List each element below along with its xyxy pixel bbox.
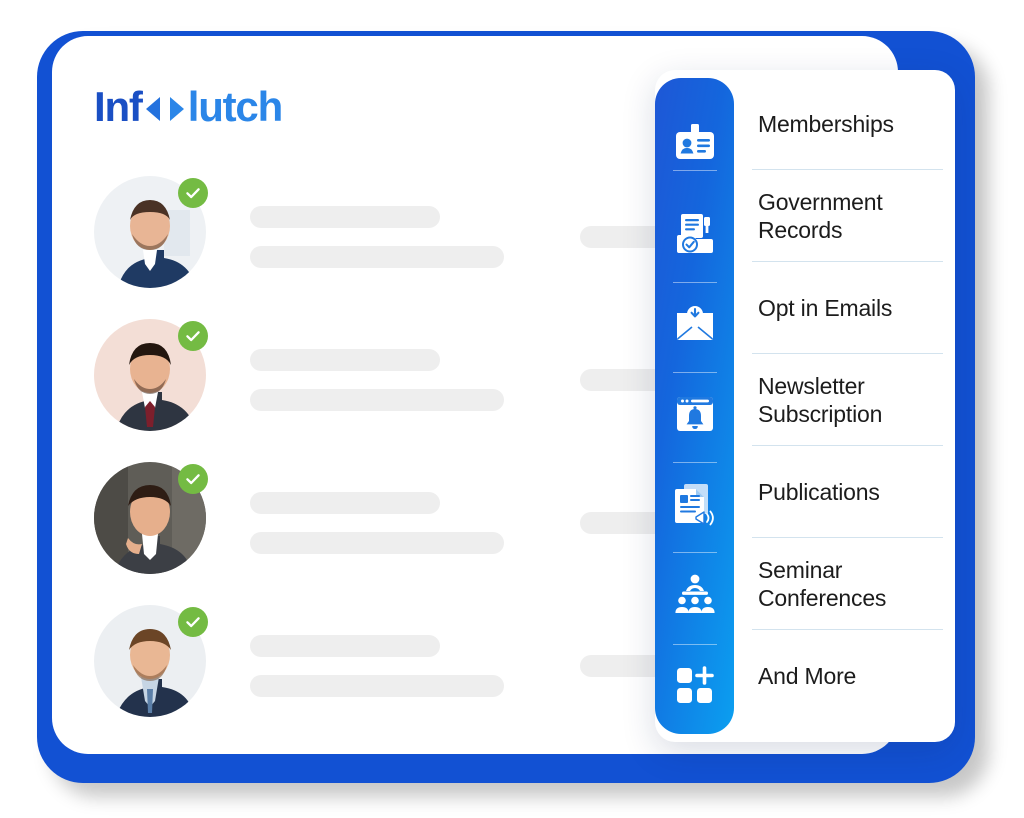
menu-item-label: Opt in Emails xyxy=(758,294,893,321)
menu-item-and-more[interactable]: And More xyxy=(734,630,955,722)
name-placeholder-bar xyxy=(250,635,440,657)
verified-check-badge xyxy=(178,321,208,351)
rail-divider xyxy=(673,372,717,373)
detail-placeholder-bar xyxy=(250,532,504,554)
detail-placeholder-bar xyxy=(250,246,504,268)
infoclutch-logo: Inf lutch xyxy=(94,83,284,130)
logo-text-part1: Inf xyxy=(94,83,143,130)
rail-divider xyxy=(673,462,717,463)
avatar xyxy=(94,176,208,288)
rail-divider xyxy=(673,552,717,553)
envelope-download-icon[interactable] xyxy=(669,298,721,350)
screenshot-stage: Inf lutch Memberships Government Records… xyxy=(0,0,1024,818)
menu-item-seminar-conferences[interactable]: Seminar Conferences xyxy=(734,538,955,630)
menu-item-publications[interactable]: Publications xyxy=(734,446,955,538)
logo-text-part2: lutch xyxy=(187,83,284,130)
menu-item-label: Memberships xyxy=(758,110,894,137)
infinity-symbol-icon xyxy=(142,91,188,127)
name-placeholder-bar xyxy=(250,206,440,228)
verified-check-badge xyxy=(178,607,208,637)
menu-item-label: Newsletter Subscription xyxy=(758,372,883,427)
detail-placeholder-bar xyxy=(250,675,504,697)
avatar xyxy=(94,462,208,574)
detail-placeholder-bar xyxy=(250,389,504,411)
menu-item-newsletter-subscription[interactable]: Newsletter Subscription xyxy=(734,354,955,446)
menu-item-government-records[interactable]: Government Records xyxy=(734,170,955,262)
id-badge-icon[interactable] xyxy=(669,117,721,169)
publications-megaphone-icon[interactable] xyxy=(669,478,721,530)
menu-item-opt-in-emails[interactable]: Opt in Emails xyxy=(734,262,955,354)
verified-check-badge xyxy=(178,464,208,494)
avatar xyxy=(94,319,208,431)
seminar-audience-icon[interactable] xyxy=(669,568,721,620)
verified-check-badge xyxy=(178,178,208,208)
government-records-icon[interactable] xyxy=(669,208,721,260)
menu-item-label: Publications xyxy=(758,478,880,505)
menu-item-label: And More xyxy=(758,662,857,689)
grid-plus-icon[interactable] xyxy=(669,660,721,712)
data-types-menu: Memberships Government Records Opt in Em… xyxy=(734,78,955,734)
rail-divider xyxy=(673,644,717,645)
menu-item-memberships[interactable]: Memberships xyxy=(734,78,955,170)
name-placeholder-bar xyxy=(250,492,440,514)
rail-divider xyxy=(673,170,717,171)
avatar xyxy=(94,605,208,717)
name-placeholder-bar xyxy=(250,349,440,371)
newsletter-bell-icon[interactable] xyxy=(669,388,721,440)
menu-item-label: Government Records xyxy=(758,188,883,243)
rail-divider xyxy=(673,282,717,283)
menu-item-label: Seminar Conferences xyxy=(758,556,887,611)
